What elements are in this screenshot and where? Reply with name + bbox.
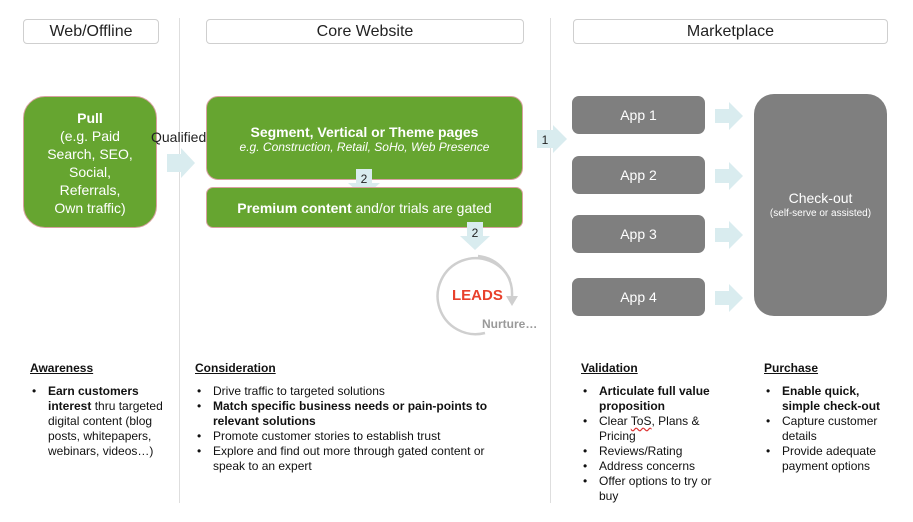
app-1-arrow-icon bbox=[715, 102, 743, 130]
purchase-list: Enable quick, simple check-out Capture c… bbox=[764, 384, 899, 474]
step-1-label: 1 bbox=[542, 133, 549, 147]
app-3-box: App 3 bbox=[572, 215, 705, 253]
segment-subtitle: e.g. Construction, Retail, SoHo, Web Pre… bbox=[239, 140, 490, 154]
list-item: Offer options to try or buy bbox=[581, 474, 721, 504]
step-2-leads-arrow-icon: 2 bbox=[460, 222, 490, 250]
app-1-box: App 1 bbox=[572, 96, 705, 134]
list-item: Clear ToS, Plans & Pricing bbox=[581, 414, 721, 444]
pull-box: Pull (e.g. Paid Search, SEO, Social, Ref… bbox=[23, 96, 157, 228]
segment-title: Segment, Vertical or Theme pages bbox=[250, 124, 479, 140]
checkout-subtitle: (self-serve or assisted) bbox=[769, 208, 872, 219]
list-item: Reviews/Rating bbox=[581, 444, 721, 459]
header-marketplace: Marketplace bbox=[573, 19, 888, 44]
list-item: Enable quick, simple check-out bbox=[764, 384, 899, 414]
qualified-arrow-icon bbox=[167, 148, 195, 178]
pull-line: Social, bbox=[68, 164, 112, 180]
header-core-website: Core Website bbox=[206, 19, 524, 44]
list-item: Provide adequate payment options bbox=[764, 444, 899, 474]
pull-title: Pull bbox=[77, 110, 103, 126]
premium-rest: and/or trials are gated bbox=[351, 200, 492, 216]
list-item: Articulate full value proposition bbox=[581, 384, 721, 414]
nurture-label: Nurture… bbox=[482, 317, 538, 331]
app-3-arrow-icon bbox=[715, 221, 743, 249]
pull-line: Own traffic) bbox=[54, 200, 126, 216]
column-divider-2 bbox=[550, 18, 551, 503]
list-item: Capture customer details bbox=[764, 414, 899, 444]
leads-label: LEADS bbox=[452, 287, 503, 304]
consideration-list: Drive traffic to targeted solutions Matc… bbox=[195, 384, 515, 474]
list-item: Match specific business needs or pain-po… bbox=[195, 399, 515, 429]
step-2-leads-label: 2 bbox=[472, 226, 479, 240]
awareness-heading: Awareness bbox=[30, 361, 94, 375]
purchase-heading: Purchase bbox=[764, 361, 819, 375]
pull-line: Search, SEO, bbox=[47, 146, 133, 162]
validation-heading: Validation bbox=[581, 361, 638, 375]
app-2-box: App 2 bbox=[572, 156, 705, 194]
step-2-label: 2 bbox=[361, 172, 368, 186]
pull-line: (e.g. Paid bbox=[60, 128, 120, 144]
checkout-box: Check-out (self-serve or assisted) bbox=[754, 94, 887, 316]
segment-box: Segment, Vertical or Theme pages e.g. Co… bbox=[206, 96, 523, 180]
step-1-arrow-icon: 1 bbox=[537, 125, 567, 153]
list-item: Drive traffic to targeted solutions bbox=[195, 384, 515, 399]
validation-list: Articulate full value proposition Clear … bbox=[581, 384, 721, 504]
checkout-title: Check-out bbox=[788, 190, 853, 206]
pull-line: Referrals, bbox=[59, 182, 121, 198]
list-item: Explore and find out more through gated … bbox=[195, 444, 515, 474]
premium-bold: Premium content bbox=[237, 200, 352, 216]
list-item: Promote customer stories to establish tr… bbox=[195, 429, 515, 444]
consideration-heading: Consideration bbox=[195, 361, 276, 375]
list-item: Address concerns bbox=[581, 459, 721, 474]
app-2-arrow-icon bbox=[715, 162, 743, 190]
app-4-box: App 4 bbox=[572, 278, 705, 316]
awareness-list: Earn customers interest thru targeted di… bbox=[30, 384, 180, 459]
list-item: Earn customers interest thru targeted di… bbox=[30, 384, 180, 459]
header-web-offline: Web/Offline bbox=[23, 19, 159, 44]
qualified-label: Qualified bbox=[151, 129, 207, 145]
app-4-arrow-icon bbox=[715, 284, 743, 312]
